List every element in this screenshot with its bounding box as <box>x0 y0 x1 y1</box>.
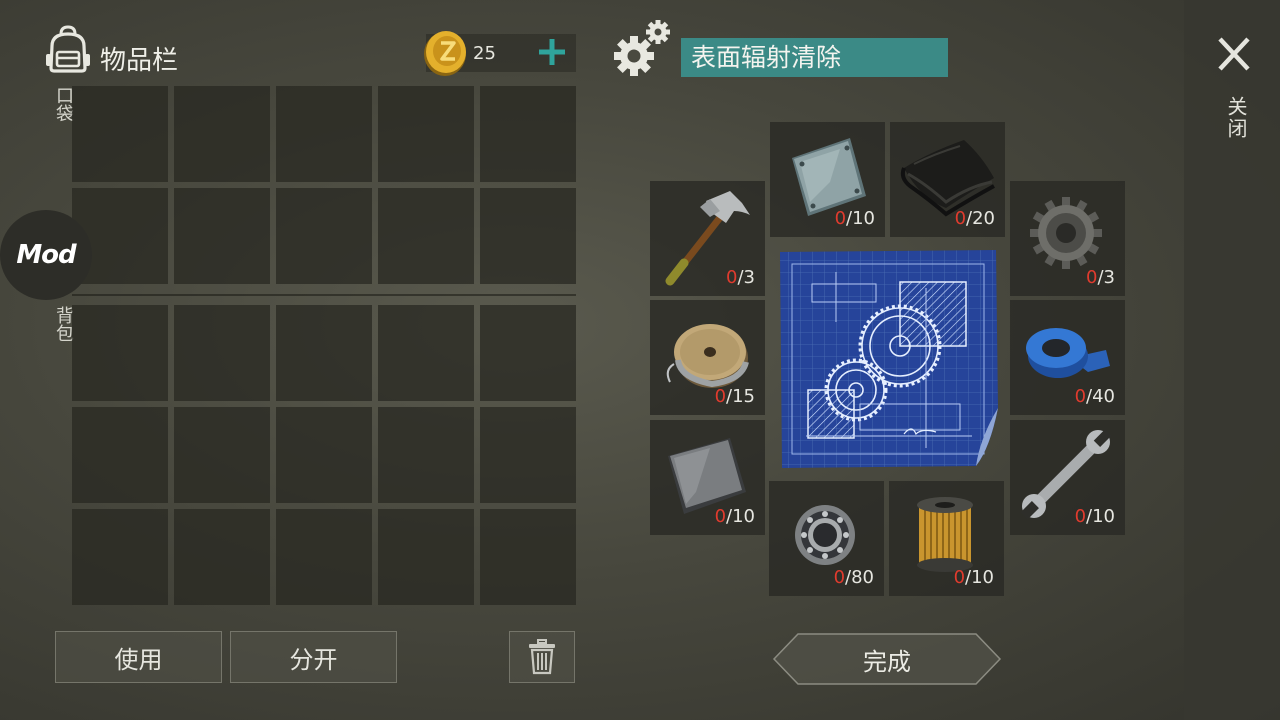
backpack-slot[interactable] <box>276 509 372 605</box>
backpack-slot[interactable] <box>378 509 474 605</box>
close-icon[interactable] <box>1214 36 1254 72</box>
trash-icon <box>529 639 555 675</box>
ingredient-wrench[interactable]: 0/10 <box>1010 420 1125 535</box>
backpack-slot[interactable] <box>72 305 168 401</box>
backpack-slot[interactable] <box>480 407 576 503</box>
backpack-slot[interactable] <box>174 407 270 503</box>
backpack-slot[interactable] <box>480 305 576 401</box>
pocket-slot[interactable] <box>276 188 372 284</box>
backpack-slot[interactable] <box>174 305 270 401</box>
close-label[interactable]: 关闭 <box>1222 96 1251 140</box>
use-button[interactable]: 使用 <box>55 631 222 683</box>
pocket-slot[interactable] <box>174 86 270 182</box>
ingredient-oil-filter[interactable]: 0/10 <box>889 481 1004 596</box>
pocket-slot[interactable] <box>378 86 474 182</box>
backpack-slot[interactable] <box>72 407 168 503</box>
ingredient-blue-tape[interactable]: 0/40 <box>1010 300 1125 415</box>
add-coins-button[interactable] <box>536 36 568 68</box>
pocket-slot[interactable] <box>276 86 372 182</box>
backpack-slot[interactable] <box>378 305 474 401</box>
section-divider <box>72 294 576 296</box>
ingredient-wire-spool[interactable]: 0/15 <box>650 300 765 415</box>
ingredient-leather[interactable]: 0/20 <box>890 122 1005 237</box>
backpack-slot[interactable] <box>276 407 372 503</box>
split-button[interactable]: 分开 <box>230 631 397 683</box>
coin-count: 25 <box>473 43 496 64</box>
plus-icon <box>539 39 565 65</box>
recipe-name: 表面辐射清除 <box>681 38 948 77</box>
pocket-slot[interactable] <box>480 188 576 284</box>
inventory-title: 物品栏 <box>100 46 179 76</box>
ingredient-gear[interactable]: 0/3 <box>1010 181 1125 296</box>
ingredient-bearing[interactable]: 0/80 <box>769 481 884 596</box>
backpack-slot[interactable] <box>378 407 474 503</box>
done-button-label: 完成 <box>863 647 911 676</box>
backpack-slot[interactable] <box>174 509 270 605</box>
coin-icon <box>422 28 468 78</box>
delete-button[interactable] <box>509 631 575 683</box>
backpack-slot[interactable] <box>480 509 576 605</box>
blueprint-image <box>776 248 1000 470</box>
pocket-slot[interactable] <box>480 86 576 182</box>
ingredient-metal-plate[interactable]: 0/10 <box>770 122 885 237</box>
mod-badge[interactable]: Mod <box>0 210 92 300</box>
backpack-slot[interactable] <box>72 509 168 605</box>
pocket-slot[interactable] <box>378 188 474 284</box>
pocket-slot[interactable] <box>174 188 270 284</box>
ingredient-hammer[interactable]: 0/3 <box>650 181 765 296</box>
backpack-slot[interactable] <box>276 305 372 401</box>
backpack-icon <box>44 24 92 74</box>
gears-icon <box>612 18 674 80</box>
ingredient-sheet-metal[interactable]: 0/10 <box>650 420 765 535</box>
pocket-slot[interactable] <box>72 86 168 182</box>
